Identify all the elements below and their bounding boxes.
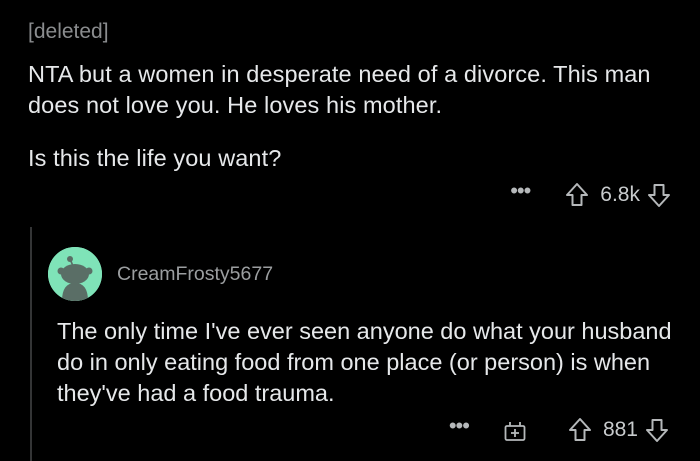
comment-body-paragraph-2: Is this the life you want? [28, 145, 282, 171]
vote-controls: 6.8k [564, 181, 672, 209]
comment-author[interactable]: [deleted] [28, 18, 109, 46]
downvote-icon[interactable] [646, 181, 672, 209]
thread-line[interactable] [30, 227, 32, 461]
reply-body: The only time I've ever seen anyone do w… [57, 318, 672, 406]
vote-controls: 881 [567, 416, 670, 444]
upvote-icon[interactable] [564, 181, 590, 209]
upvote-icon[interactable] [567, 416, 593, 444]
gift-icon[interactable] [503, 418, 527, 442]
more-options-button[interactable]: ••• [449, 415, 470, 444]
comment-body-paragraph-1: NTA but a women in desperate need of a d… [28, 61, 651, 118]
more-options-button[interactable]: ••• [510, 180, 531, 209]
comment-action-bar: ••• 6.8k [510, 178, 672, 212]
reply-author[interactable]: CreamFrosty5677 [117, 261, 273, 287]
snoo-avatar-icon[interactable] [48, 247, 102, 301]
reply-score: 881 [602, 418, 638, 441]
reply-action-bar: ••• 881 [449, 412, 670, 448]
downvote-icon[interactable] [644, 416, 670, 444]
comment-score: 6.8k [600, 183, 640, 206]
